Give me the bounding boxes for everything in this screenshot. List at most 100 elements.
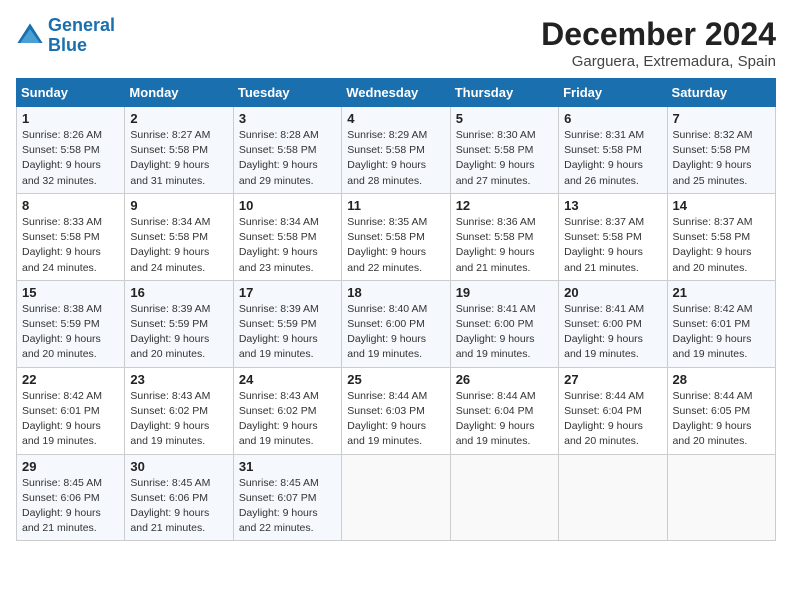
page-header: General Blue December 2024 Garguera, Ext… xyxy=(16,16,776,70)
day-number: 11 xyxy=(347,198,444,213)
calendar-cell: 14 Sunrise: 8:37 AMSunset: 5:58 PMDayligh… xyxy=(667,193,775,280)
logo-line2: Blue xyxy=(48,35,87,55)
weekday-header: Wednesday xyxy=(342,79,450,107)
day-number: 5 xyxy=(456,111,553,126)
weekday-header-row: SundayMondayTuesdayWednesdayThursdayFrid… xyxy=(17,79,776,107)
calendar-cell: 12Sunrise: 8:36 AMSunset: 5:58 PMDayligh… xyxy=(450,193,558,280)
day-number: 9 xyxy=(130,198,227,213)
day-number: 13 xyxy=(564,198,661,213)
day-number: 19 xyxy=(456,285,553,300)
calendar-week-row: 15 Sunrise: 8:38 AMSunset: 5:59 PMDayligh… xyxy=(17,280,776,367)
day-info: Sunrise: 8:37 AMSunset: 5:58 PMDaylight:… xyxy=(564,215,661,276)
day-info: Sunrise: 8:45 AMSunset: 6:07 PMDaylight:… xyxy=(239,476,336,537)
logo: General Blue xyxy=(16,16,115,56)
day-number: 29 xyxy=(22,459,119,474)
calendar-cell: 17 Sunrise: 8:39 AMSunset: 5:59 PMDayligh… xyxy=(233,280,341,367)
calendar-cell: 5 Sunrise: 8:30 AMSunset: 5:58 PMDaylight… xyxy=(450,107,558,194)
day-info: Sunrise: 8:44 AMSunset: 6:03 PMDaylight:… xyxy=(347,389,444,450)
calendar-cell: 18Sunrise: 8:40 AMSunset: 6:00 PMDayligh… xyxy=(342,280,450,367)
day-number: 7 xyxy=(673,111,770,126)
day-number: 20 xyxy=(564,285,661,300)
day-info: Sunrise: 8:42 AMSunset: 6:01 PMDaylight:… xyxy=(22,389,119,450)
day-info: Sunrise: 8:32 AMSunset: 5:58 PMDaylight:… xyxy=(673,128,770,189)
day-number: 8 xyxy=(22,198,119,213)
calendar-cell: 19 Sunrise: 8:41 AMSunset: 6:00 PMDayligh… xyxy=(450,280,558,367)
day-info: Sunrise: 8:45 AMSunset: 6:06 PMDaylight:… xyxy=(130,476,227,537)
day-info: Sunrise: 8:44 AMSunset: 6:04 PMDaylight:… xyxy=(564,389,661,450)
day-info: Sunrise: 8:39 AMSunset: 5:59 PMDaylight:… xyxy=(239,302,336,363)
weekday-header: Sunday xyxy=(17,79,125,107)
day-number: 22 xyxy=(22,372,119,387)
calendar-cell: 26 Sunrise: 8:44 AMSunset: 6:04 PMDayligh… xyxy=(450,367,558,454)
calendar-cell: 6 Sunrise: 8:31 AMSunset: 5:58 PMDaylight… xyxy=(559,107,667,194)
day-number: 31 xyxy=(239,459,336,474)
day-info: Sunrise: 8:44 AMSunset: 6:04 PMDaylight:… xyxy=(456,389,553,450)
calendar-cell xyxy=(450,454,558,541)
day-number: 26 xyxy=(456,372,553,387)
day-info: Sunrise: 8:43 AMSunset: 6:02 PMDaylight:… xyxy=(239,389,336,450)
day-info: Sunrise: 8:31 AMSunset: 5:58 PMDaylight:… xyxy=(564,128,661,189)
calendar-cell: 21 Sunrise: 8:42 AMSunset: 6:01 PMDayligh… xyxy=(667,280,775,367)
calendar-week-row: 22 Sunrise: 8:42 AMSunset: 6:01 PMDayligh… xyxy=(17,367,776,454)
day-number: 3 xyxy=(239,111,336,126)
day-number: 17 xyxy=(239,285,336,300)
calendar-cell: 13 Sunrise: 8:37 AMSunset: 5:58 PMDayligh… xyxy=(559,193,667,280)
calendar-cell: 11 Sunrise: 8:35 AMSunset: 5:58 PMDayligh… xyxy=(342,193,450,280)
calendar-cell: 22 Sunrise: 8:42 AMSunset: 6:01 PMDayligh… xyxy=(17,367,125,454)
calendar-cell: 27Sunrise: 8:44 AMSunset: 6:04 PMDayligh… xyxy=(559,367,667,454)
calendar-week-row: 29 Sunrise: 8:45 AMSunset: 6:06 PMDayligh… xyxy=(17,454,776,541)
day-info: Sunrise: 8:33 AMSunset: 5:58 PMDaylight:… xyxy=(22,215,119,276)
day-info: Sunrise: 8:43 AMSunset: 6:02 PMDaylight:… xyxy=(130,389,227,450)
day-number: 25 xyxy=(347,372,444,387)
day-info: Sunrise: 8:28 AMSunset: 5:58 PMDaylight:… xyxy=(239,128,336,189)
day-info: Sunrise: 8:34 AMSunset: 5:58 PMDaylight:… xyxy=(130,215,227,276)
day-info: Sunrise: 8:38 AMSunset: 5:59 PMDaylight:… xyxy=(22,302,119,363)
day-info: Sunrise: 8:27 AMSunset: 5:58 PMDaylight:… xyxy=(130,128,227,189)
calendar-cell: 16Sunrise: 8:39 AMSunset: 5:59 PMDayligh… xyxy=(125,280,233,367)
weekday-header: Saturday xyxy=(667,79,775,107)
day-info: Sunrise: 8:35 AMSunset: 5:58 PMDaylight:… xyxy=(347,215,444,276)
day-number: 2 xyxy=(130,111,227,126)
day-number: 28 xyxy=(673,372,770,387)
day-number: 21 xyxy=(673,285,770,300)
calendar-cell: 31 Sunrise: 8:45 AMSunset: 6:07 PMDayligh… xyxy=(233,454,341,541)
day-number: 30 xyxy=(130,459,227,474)
weekday-header: Monday xyxy=(125,79,233,107)
day-number: 4 xyxy=(347,111,444,126)
calendar-cell: 4 Sunrise: 8:29 AMSunset: 5:58 PMDaylight… xyxy=(342,107,450,194)
day-info: Sunrise: 8:30 AMSunset: 5:58 PMDaylight:… xyxy=(456,128,553,189)
calendar-cell: 23Sunrise: 8:43 AMSunset: 6:02 PMDayligh… xyxy=(125,367,233,454)
calendar-cell: 3 Sunrise: 8:28 AMSunset: 5:58 PMDaylight… xyxy=(233,107,341,194)
calendar-cell: 10Sunrise: 8:34 AMSunset: 5:58 PMDayligh… xyxy=(233,193,341,280)
day-info: Sunrise: 8:42 AMSunset: 6:01 PMDaylight:… xyxy=(673,302,770,363)
day-info: Sunrise: 8:41 AMSunset: 6:00 PMDaylight:… xyxy=(456,302,553,363)
calendar-cell: 25 Sunrise: 8:44 AMSunset: 6:03 PMDayligh… xyxy=(342,367,450,454)
calendar-cell xyxy=(667,454,775,541)
calendar-table: SundayMondayTuesdayWednesdayThursdayFrid… xyxy=(16,78,776,541)
calendar-cell xyxy=(559,454,667,541)
day-info: Sunrise: 8:39 AMSunset: 5:59 PMDaylight:… xyxy=(130,302,227,363)
location-title: Garguera, Extremadura, Spain xyxy=(541,53,776,70)
day-number: 15 xyxy=(22,285,119,300)
calendar-cell: 20Sunrise: 8:41 AMSunset: 6:00 PMDayligh… xyxy=(559,280,667,367)
day-info: Sunrise: 8:44 AMSunset: 6:05 PMDaylight:… xyxy=(673,389,770,450)
day-info: Sunrise: 8:26 AMSunset: 5:58 PMDaylight:… xyxy=(22,128,119,189)
calendar-cell: 8 Sunrise: 8:33 AMSunset: 5:58 PMDaylight… xyxy=(17,193,125,280)
day-number: 6 xyxy=(564,111,661,126)
weekday-header: Thursday xyxy=(450,79,558,107)
calendar-cell: 28 Sunrise: 8:44 AMSunset: 6:05 PMDayligh… xyxy=(667,367,775,454)
calendar-cell: 29Sunrise: 8:45 AMSunset: 6:06 PMDayligh… xyxy=(17,454,125,541)
calendar-cell: 9 Sunrise: 8:34 AMSunset: 5:58 PMDaylight… xyxy=(125,193,233,280)
day-info: Sunrise: 8:29 AMSunset: 5:58 PMDaylight:… xyxy=(347,128,444,189)
day-number: 18 xyxy=(347,285,444,300)
day-info: Sunrise: 8:36 AMSunset: 5:58 PMDaylight:… xyxy=(456,215,553,276)
calendar-week-row: 8 Sunrise: 8:33 AMSunset: 5:58 PMDaylight… xyxy=(17,193,776,280)
day-number: 14 xyxy=(673,198,770,213)
calendar-cell: 30 Sunrise: 8:45 AMSunset: 6:06 PMDayligh… xyxy=(125,454,233,541)
calendar-cell: 7 Sunrise: 8:32 AMSunset: 5:58 PMDaylight… xyxy=(667,107,775,194)
day-info: Sunrise: 8:37 AMSunset: 5:58 PMDaylight:… xyxy=(673,215,770,276)
weekday-header: Tuesday xyxy=(233,79,341,107)
title-block: December 2024 Garguera, Extremadura, Spa… xyxy=(541,16,776,70)
logo-icon xyxy=(16,22,44,50)
day-number: 10 xyxy=(239,198,336,213)
